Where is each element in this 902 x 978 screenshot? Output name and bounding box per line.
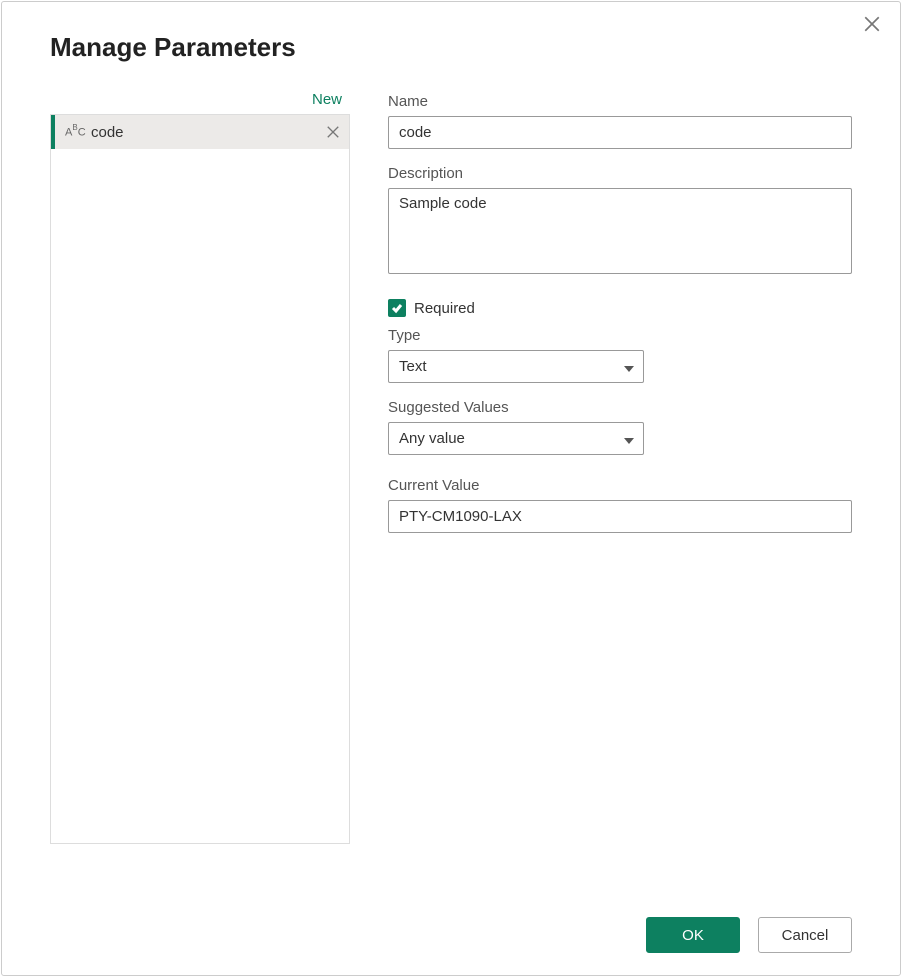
parameter-item-label: code [85,124,325,141]
required-label: Required [414,300,475,317]
required-row: Required [388,299,852,317]
dialog-footer: OK Cancel [646,917,852,953]
description-input[interactable]: Sample code [388,188,852,274]
text-type-icon: ABC [65,125,85,139]
ok-button[interactable]: OK [646,917,740,953]
required-checkbox[interactable] [388,299,406,317]
type-label: Type [388,327,852,344]
type-select[interactable] [388,350,644,383]
current-value-label: Current Value [388,477,852,494]
description-field-block: Description Sample code [388,165,852,277]
suggested-values-label: Suggested Values [388,399,852,416]
cancel-button[interactable]: Cancel [758,917,852,953]
parameters-pane: New ABC code [50,91,350,844]
type-select-wrap [388,350,644,383]
delete-parameter-icon[interactable] [325,125,341,139]
description-label: Description [388,165,852,182]
type-field-block: Type [388,327,852,383]
name-input[interactable] [388,116,852,149]
suggested-values-select[interactable] [388,422,644,455]
parameters-list: ABC code [50,114,350,844]
parameter-details-pane: Name Description Sample code Required Ty… [388,91,852,844]
suggested-select-wrap [388,422,644,455]
manage-parameters-dialog: Manage Parameters New ABC code [1,1,901,976]
parameter-list-item[interactable]: ABC code [51,115,349,149]
name-label: Name [388,93,852,110]
new-parameter-button[interactable]: New [312,91,342,108]
dialog-title: Manage Parameters [2,2,900,63]
close-icon[interactable] [862,14,882,34]
name-field-block: Name [388,93,852,149]
dialog-content: New ABC code Name Descr [2,63,900,844]
suggested-values-block: Suggested Values [388,399,852,455]
current-value-input[interactable] [388,500,852,533]
current-value-block: Current Value [388,477,852,533]
new-row: New [50,91,350,114]
